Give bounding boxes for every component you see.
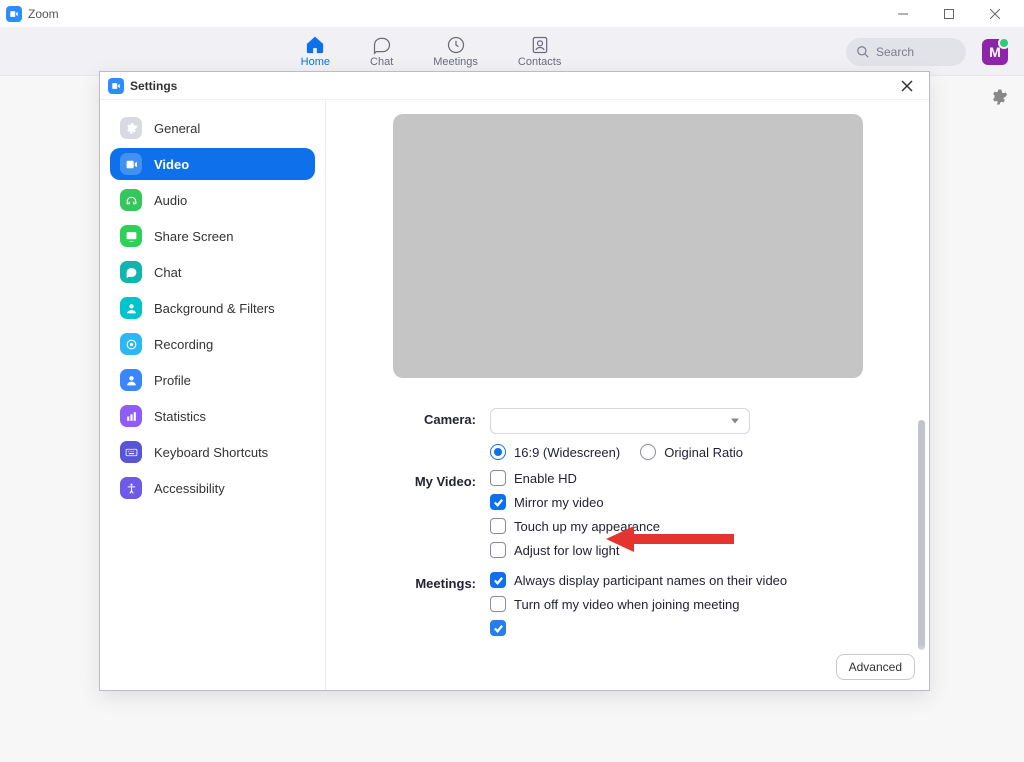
sidebar-item-background-filters[interactable]: Background & Filters <box>110 292 315 324</box>
partial-hidden-checkbox[interactable] <box>490 620 897 636</box>
settings-pane: Camera: 16:9 (Widescreen) Original Ratio <box>326 100 929 690</box>
nav-contacts-tab[interactable]: Contacts <box>518 35 561 68</box>
camera-select[interactable] <box>490 408 750 434</box>
sidebar-item-label: General <box>154 121 200 136</box>
sidebar-item-share-screen[interactable]: Share Screen <box>110 220 315 252</box>
sidebar-item-accessibility[interactable]: Accessibility <box>110 472 315 504</box>
chat-icon <box>372 35 392 55</box>
sidebar-item-label: Recording <box>154 337 213 352</box>
touch-up-checkbox[interactable]: Touch up my appearance <box>490 518 897 534</box>
sidebar-item-label: Share Screen <box>154 229 234 244</box>
sidebar-item-label: Keyboard Shortcuts <box>154 445 268 460</box>
app-title: Zoom <box>28 7 59 21</box>
low-light-checkbox[interactable]: Adjust for low light <box>490 542 897 558</box>
accessibility-icon <box>120 477 142 499</box>
share-screen-icon <box>120 225 142 247</box>
meetings-label: Meetings: <box>388 572 476 591</box>
main-titlebar: Zoom <box>0 0 1024 28</box>
sidebar-item-chat[interactable]: Chat <box>110 256 315 288</box>
general-icon <box>120 117 142 139</box>
settings-window: Settings General Video Audio Share Screen Ch… <box>99 71 930 691</box>
enable-hd-checkbox[interactable]: Enable HD <box>490 470 897 486</box>
settings-gear-button[interactable] <box>990 88 1008 109</box>
clock-icon <box>446 35 466 55</box>
sidebar-item-label: Audio <box>154 193 187 208</box>
home-icon <box>305 35 325 55</box>
recording-icon <box>120 333 142 355</box>
video-icon <box>120 153 142 175</box>
main-nav-bar: Home Chat Meetings Contacts Search M <box>0 28 1024 76</box>
settings-titlebar: Settings <box>100 72 929 100</box>
sidebar-item-general[interactable]: General <box>110 112 315 144</box>
sidebar-item-label: Accessibility <box>154 481 225 496</box>
window-maximize-button[interactable] <box>926 0 972 27</box>
chat-icon <box>120 261 142 283</box>
sidebar-item-audio[interactable]: Audio <box>110 184 315 216</box>
zoom-app-icon <box>6 6 22 22</box>
nav-home-tab[interactable]: Home <box>301 35 330 68</box>
ratio-169-radio[interactable]: 16:9 (Widescreen) <box>490 444 620 460</box>
sidebar-item-label: Statistics <box>154 409 206 424</box>
sidebar-item-recording[interactable]: Recording <box>110 328 315 360</box>
profile-icon <box>120 369 142 391</box>
nav-meetings-tab[interactable]: Meetings <box>433 35 478 68</box>
sidebar-item-label: Chat <box>154 265 181 280</box>
my-video-label: My Video: <box>388 470 476 489</box>
sidebar-item-label: Background & Filters <box>154 301 275 316</box>
window-minimize-button[interactable] <box>880 0 926 27</box>
zoom-app-icon <box>108 78 124 94</box>
camera-label: Camera: <box>388 408 476 427</box>
sidebar-item-label: Video <box>154 157 189 172</box>
sidebar-item-label: Profile <box>154 373 191 388</box>
video-preview <box>393 114 863 378</box>
always-names-checkbox[interactable]: Always display participant names on thei… <box>490 572 897 588</box>
ratio-original-radio[interactable]: Original Ratio <box>640 444 743 460</box>
background-filters-icon <box>120 297 142 319</box>
avatar[interactable]: M <box>982 39 1008 65</box>
mirror-video-checkbox[interactable]: Mirror my video <box>490 494 897 510</box>
settings-title: Settings <box>130 79 177 93</box>
scrollbar-thumb[interactable] <box>918 420 925 650</box>
turn-off-video-checkbox[interactable]: Turn off my video when joining meeting <box>490 596 897 612</box>
audio-icon <box>120 189 142 211</box>
statistics-icon <box>120 405 142 427</box>
contacts-icon <box>530 35 550 55</box>
sidebar-item-video[interactable]: Video <box>110 148 315 180</box>
search-input[interactable]: Search <box>846 38 966 66</box>
settings-close-button[interactable] <box>893 72 921 99</box>
search-icon <box>856 45 870 59</box>
nav-chat-tab[interactable]: Chat <box>370 35 393 68</box>
window-close-button[interactable] <box>972 0 1018 27</box>
settings-sidebar: General Video Audio Share Screen Chat Backgro… <box>100 100 326 690</box>
sidebar-item-statistics[interactable]: Statistics <box>110 400 315 432</box>
keyboard-shortcuts-icon <box>120 441 142 463</box>
advanced-button[interactable]: Advanced <box>836 654 915 680</box>
sidebar-item-keyboard-shortcuts[interactable]: Keyboard Shortcuts <box>110 436 315 468</box>
sidebar-item-profile[interactable]: Profile <box>110 364 315 396</box>
